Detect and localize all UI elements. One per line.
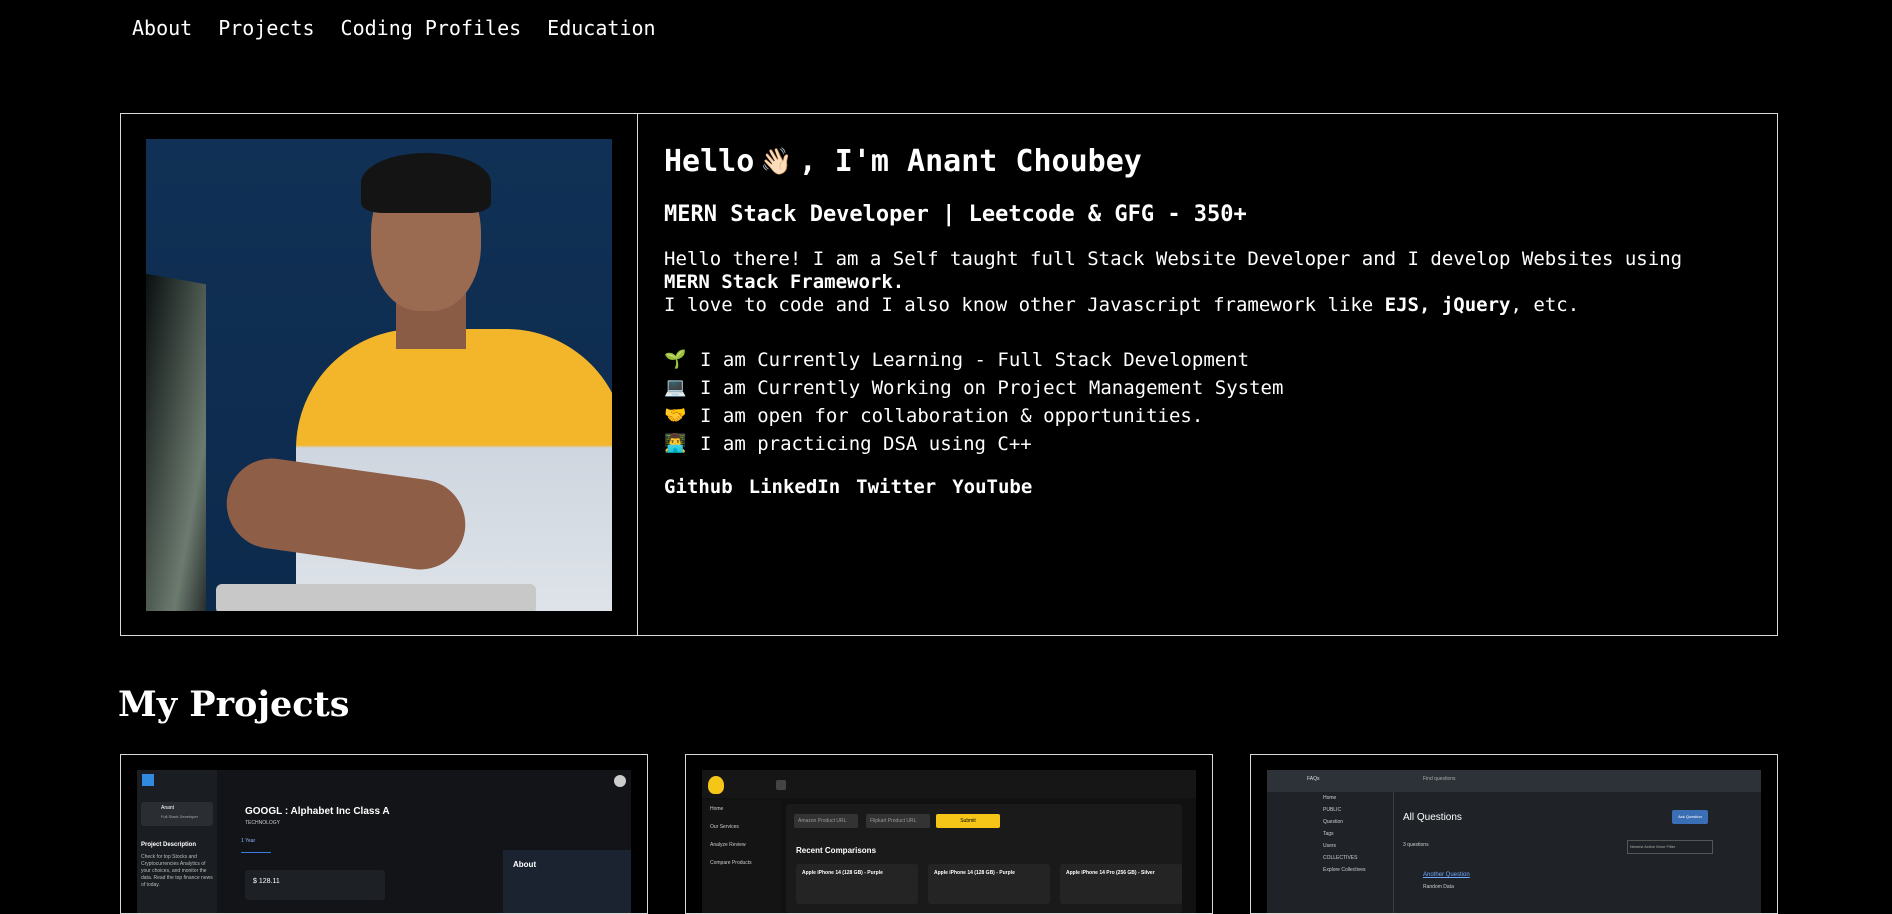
desc-line-3b: , etc.: [1510, 294, 1580, 316]
greeting-name: , I'm Anant Choubey: [798, 144, 1142, 179]
project-card-compare[interactable]: Home Our Services Analyze Review Compare…: [685, 754, 1213, 914]
profile-photo: [146, 139, 612, 611]
projects-heading: My Projects: [118, 684, 350, 725]
screenshot-tag: TECHNOLOGY: [245, 820, 281, 826]
screenshot-about-title: About: [513, 860, 537, 869]
screenshot-brand: FAQs: [1307, 776, 1320, 782]
bulb-logo-icon: [708, 776, 724, 794]
screenshot-profile: Anant Full Stack Developer: [141, 802, 213, 826]
wave-icon: 👋🏻: [760, 146, 793, 177]
screenshot-desc-title: Project Description: [141, 842, 197, 848]
nav-coding-profiles[interactable]: Coding Profiles: [341, 16, 522, 40]
screenshot-filters: Newest Active More Filter: [1627, 840, 1713, 854]
nav-projects[interactable]: Projects: [218, 16, 314, 40]
screenshot-nav-item: Question: [1323, 819, 1344, 825]
nav-education[interactable]: Education: [547, 16, 655, 40]
screenshot-about-panel: About: [503, 850, 631, 913]
subtitle: MERN Stack Developer | Leetcode & GFG - …: [664, 202, 1247, 227]
screenshot-submit: Submit: [936, 814, 1000, 828]
screenshot-nav-item: Explore Collectives: [1323, 867, 1366, 873]
screenshot-recent-title: Recent Comparisons: [796, 846, 877, 855]
screenshot-item: Apple iPhone 14 (128 GB) - Purple: [796, 864, 918, 904]
top-nav: About Projects Coding Profiles Education: [132, 16, 656, 40]
desc-bold-2: EJS, jQuery: [1384, 294, 1511, 316]
greeting-heading: Hello 👋🏻 , I'm Anant Choubey: [664, 144, 1142, 179]
screenshot-item: Apple iPhone 14 Pro (256 GB) - Silver: [1060, 864, 1182, 904]
screenshot-nav-item: Analyze Review: [710, 842, 746, 848]
hero-section: Hello 👋🏻 , I'm Anant Choubey MERN Stack …: [120, 113, 1778, 636]
screenshot-nav-item: Home: [710, 806, 724, 812]
project-screenshot: FAQs Find questions Home PUBLIC Question…: [1267, 770, 1761, 913]
fact-text: I am Currently Learning - Full Stack Dev…: [700, 349, 1250, 371]
technologist-icon: 👨‍💻: [664, 433, 687, 454]
screenshot-sidebar: Home PUBLIC Question Tags Users COLLECTI…: [1267, 792, 1394, 913]
screenshot-sidebar: Anant Full Stack Developer Project Descr…: [137, 770, 217, 913]
fact-text: I am open for collaboration & opportunit…: [700, 405, 1204, 427]
screenshot-heading: All Questions: [1403, 812, 1462, 823]
fact-working: 💻 I am Currently Working on Project Mana…: [664, 374, 1283, 402]
screenshot-ask-button: Ask Question: [1672, 810, 1708, 824]
greeting-pre: Hello: [664, 144, 755, 179]
screenshot-nav-item: Tags: [1323, 831, 1334, 837]
screenshot-user-role: Full Stack Developer: [161, 814, 198, 819]
social-links: Github LinkedIn Twitter YouTube: [664, 476, 1032, 498]
handshake-icon: 🤝: [664, 405, 687, 426]
screenshot-tab: 1 Year: [241, 838, 271, 853]
screenshot-topbar: [702, 770, 1196, 798]
desc-line-3a: I love to code and I also know other Jav…: [664, 294, 1385, 316]
screenshot-title: GOOGL : Alphabet Inc Class A: [245, 806, 390, 817]
hero-divider: [637, 114, 638, 635]
fact-collaboration: 🤝 I am open for collaboration & opportun…: [664, 402, 1283, 430]
fact-learning: 🌱 I am Currently Learning - Full Stack D…: [664, 346, 1283, 374]
screenshot-nav-item: PUBLIC: [1323, 807, 1342, 813]
screenshot-question-text: Random Data: [1423, 884, 1454, 890]
description: Hello there! I am a Self taught full Sta…: [664, 248, 1764, 317]
screenshot-nav-item: Compare Products: [710, 860, 752, 866]
fact-dsa: 👨‍💻 I am practicing DSA using C++: [664, 430, 1283, 458]
laptop-icon: 💻: [664, 377, 687, 398]
screenshot-desc-text: Check for top Stocks and Cryptocurrencie…: [141, 854, 213, 888]
youtube-link[interactable]: YouTube: [952, 476, 1032, 498]
screenshot-input: Flipkart Product URL: [866, 814, 930, 828]
screenshot-count: 3 questions: [1403, 842, 1429, 848]
screenshot-nav-item: Our Services: [710, 824, 739, 830]
chart-logo-icon: [142, 774, 154, 786]
screenshot-price: $ 128.11: [253, 878, 280, 885]
nav-about[interactable]: About: [132, 16, 192, 40]
project-screenshot: Anant Full Stack Developer Project Descr…: [137, 770, 631, 913]
facts-list: 🌱 I am Currently Learning - Full Stack D…: [664, 346, 1283, 458]
screenshot-input: Amazon Product URL: [794, 814, 858, 828]
project-card-faq[interactable]: FAQs Find questions Home PUBLIC Question…: [1250, 754, 1778, 914]
screenshot-question-link: Another Question: [1423, 872, 1470, 878]
menu-icon: [776, 780, 786, 790]
screenshot-sidebar: Home Our Services Analyze Review Compare…: [702, 800, 782, 913]
screenshot-user: Anant: [161, 805, 175, 811]
screenshot-nav-item: Home: [1323, 795, 1337, 801]
screenshot-search: Find questions: [1423, 776, 1456, 782]
seedling-icon: 🌱: [664, 349, 687, 370]
screenshot-topbar: FAQs Find questions: [1267, 770, 1761, 792]
screenshot-nav-item: Users: [1323, 843, 1337, 849]
linkedin-link[interactable]: LinkedIn: [749, 476, 841, 498]
screenshot-item: Apple iPhone 14 (128 GB) - Purple: [928, 864, 1050, 904]
twitter-link[interactable]: Twitter: [856, 476, 936, 498]
fact-text: I am Currently Working on Project Manage…: [700, 377, 1284, 399]
desc-bold-1: MERN Stack Framework.: [664, 271, 905, 293]
screenshot-main: Amazon Product URL Flipkart Product URL …: [786, 804, 1182, 913]
screenshot-nav-item: COLLECTIVES: [1323, 855, 1358, 861]
project-card-stocks[interactable]: Anant Full Stack Developer Project Descr…: [120, 754, 648, 914]
github-link[interactable]: Github: [664, 476, 733, 498]
fact-text: I am practicing DSA using C++: [700, 433, 1032, 455]
avatar: [614, 775, 626, 787]
desc-line-1: Hello there! I am a Self taught full Sta…: [664, 248, 1683, 270]
screenshot-price-box: [245, 870, 385, 900]
project-screenshot: Home Our Services Analyze Review Compare…: [702, 770, 1196, 913]
